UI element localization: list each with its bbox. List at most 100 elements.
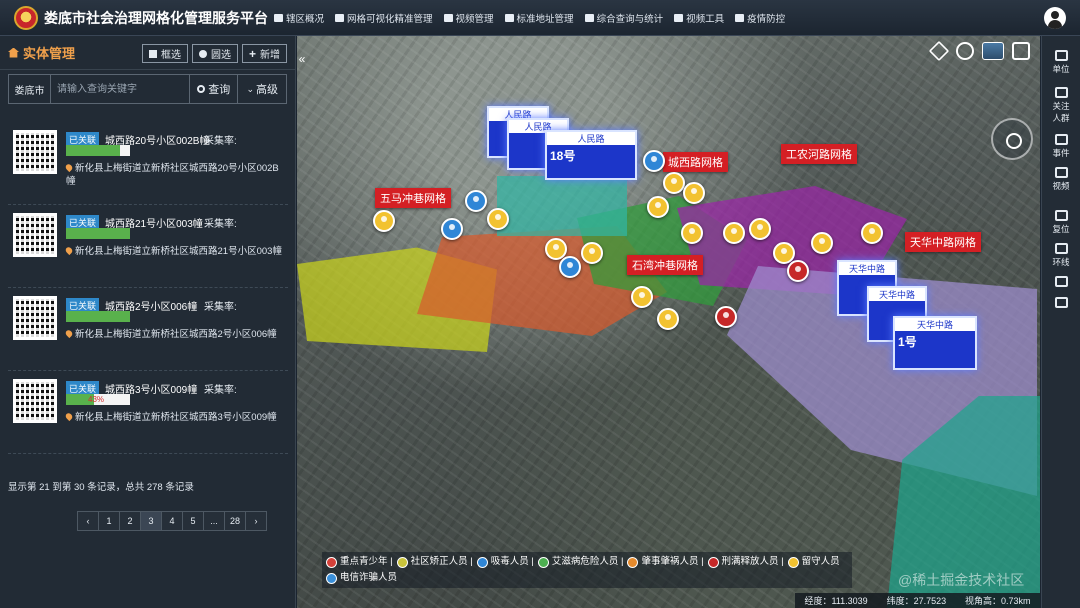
legend-item[interactable]: 重点青少年 | [326,554,393,570]
person-marker[interactable] [683,182,705,204]
progress-bar [66,145,130,156]
legend-item[interactable]: 社区矫正人员 | [396,554,473,570]
person-marker[interactable] [373,210,395,232]
nav-epidemic[interactable]: 疫情防控 [735,11,785,25]
person-marker[interactable] [749,218,771,240]
add-button[interactable]: + 新增 [241,44,287,63]
person-marker[interactable] [487,208,509,230]
page-next[interactable]: › [245,511,267,531]
page-button-active[interactable]: 3 [140,511,162,531]
item-address: 新化县上梅街道立新桥社区城西路3号小区009幢 [64,411,284,424]
right-toolbar: 单位 关注人群 事件 视频 复位 环线 [1041,36,1080,608]
layers-icon[interactable] [928,40,950,62]
progress-fill [66,228,130,239]
compass-navigator-icon[interactable] [991,118,1033,160]
user-avatar-icon[interactable] [1044,7,1066,29]
search-input[interactable] [50,75,189,103]
tool-reset[interactable]: 复位 [1042,210,1080,235]
query-button[interactable]: 查询 [188,75,238,103]
person-marker[interactable] [861,222,883,244]
page-button[interactable]: 2 [119,511,141,531]
fullscreen-icon[interactable] [1012,42,1030,60]
list-item[interactable]: 已关联 城西路21号小区003幢 采集率: 新化县上梅街道立新桥社区城西路21号… [8,205,288,288]
view-height-readout: 视角高：0.73km [965,596,1031,606]
grid-region-cyan[interactable] [497,176,627,236]
collapse-panel-button[interactable]: « [296,52,308,66]
grid-label-chengxi[interactable]: 城西路网格 [663,152,728,172]
entity-panel: 实体管理 框选 圆选 +新增 娄底市 查询 ⌄高级 已关联 城西路20号小区00… [0,36,296,608]
person-marker[interactable] [631,286,653,308]
globe-icon[interactable] [956,42,974,60]
person-marker[interactable] [811,232,833,254]
hand-icon [1054,276,1068,287]
rate-label: 采集率: [204,385,237,396]
page-button[interactable]: 5 [182,511,204,531]
map-3d-view[interactable]: 五马冲巷网格 城西路网格 工农河路网格 天华中路网格 石湾冲巷网格 人民路 人民… [297,36,1040,608]
person-marker[interactable] [559,256,581,278]
legend-dot [326,556,337,568]
legend-item[interactable]: 肇事肇祸人员 | [627,554,704,570]
grid-label-gongnonghe[interactable]: 工农河路网格 [781,144,857,164]
nav-address[interactable]: 标准地址管理 [504,11,574,25]
page-button[interactable]: 4 [161,511,183,531]
legend-item[interactable]: 吸毒人员 | [476,554,534,570]
tool-event[interactable]: 事件 [1042,134,1080,159]
person-marker[interactable] [647,196,669,218]
grid-label-tianhua[interactable]: 天华中路网格 [905,232,981,252]
person-marker[interactable] [681,222,703,244]
legend-dot [537,556,549,568]
nav-video-tools[interactable]: 视频工具 [674,11,724,25]
pagination: ‹ 1 2 3 4 5 ... 28 › [77,511,267,531]
address-plate[interactable]: 天华中路 1号 [893,316,977,370]
progress-fill [66,311,130,322]
person-marker[interactable] [715,306,737,328]
legend-item[interactable]: 留守人员 [787,554,840,570]
legend-item[interactable]: 电信诈骗人员 [326,570,397,586]
records-summary: 显示第 21 到第 30 条记录，总共 278 条记录 [8,482,194,493]
tool-video[interactable]: 视频 [1042,167,1080,192]
list-item[interactable]: 已关联 城西路3号小区009幢 采集率: 43% 新化县上梅街道立新桥社区城西路… [8,371,288,454]
person-marker[interactable] [643,150,665,172]
city-selector[interactable]: 娄底市 [9,75,51,103]
rate-label: 采集率: [204,136,237,147]
legend-item[interactable]: 刑满释放人员 | [707,554,784,570]
nav-video-manage[interactable]: 视频管理 [443,11,494,25]
basemap-thumbnail-icon[interactable] [982,42,1004,60]
page-button[interactable]: 1 [98,511,120,531]
tool-unit[interactable]: 单位 [1042,50,1080,75]
monitor-icon [1054,50,1068,61]
person-marker[interactable] [723,222,745,244]
person-marker[interactable] [787,260,809,282]
panel-title: 实体管理 [8,43,75,62]
legend-item[interactable]: 艾滋病危险人员 | [537,554,623,570]
list-item[interactable]: 已关联 城西路2号小区006幢 采集率: 新化县上梅街道立新桥社区城西路2号小区… [8,288,288,371]
qr-code-icon [13,213,57,257]
person-marker[interactable] [663,172,685,194]
person-marker[interactable] [657,308,679,330]
person-marker[interactable] [441,218,463,240]
tool-delete[interactable] [1042,297,1080,310]
item-address: 新化县上梅街道立新桥社区城西路2号小区006幢 [64,328,284,341]
tool-focus-people[interactable]: 关注人群 [1042,87,1080,124]
page-ellipsis: ... [203,511,225,531]
tool-hand[interactable] [1042,276,1080,289]
grid-label-shiwan[interactable]: 石湾冲巷网格 [627,255,703,275]
page-button[interactable]: 28 [224,511,246,531]
location-pin-icon [64,162,74,173]
watermark: @稀土掘金技术社区 [898,572,1025,588]
address-plate[interactable]: 人民路 18号 [545,130,637,180]
page-prev[interactable]: ‹ [77,511,99,531]
grid-label-wuma[interactable]: 五马冲巷网格 [375,188,451,208]
person-marker[interactable] [581,242,603,264]
list-item[interactable]: 已关联 城西路20号小区002B幢 采集率: 新化县上梅街道立新桥社区城西路20… [8,122,288,205]
box-select-button[interactable]: 框选 [141,44,188,63]
circle-select-button[interactable]: 圆选 [191,44,238,63]
progress-fill [66,145,121,156]
person-marker[interactable] [465,190,487,212]
advanced-button[interactable]: ⌄ 高级 [237,75,286,103]
progress-bar [66,311,130,322]
nav-query-stats[interactable]: 综合查询与统计 [584,11,663,25]
tool-loop[interactable]: 环线 [1042,243,1080,268]
nav-overview[interactable]: 辖区概况 [274,11,324,25]
nav-grid-visual[interactable]: 网格可视化精准管理 [335,11,433,25]
